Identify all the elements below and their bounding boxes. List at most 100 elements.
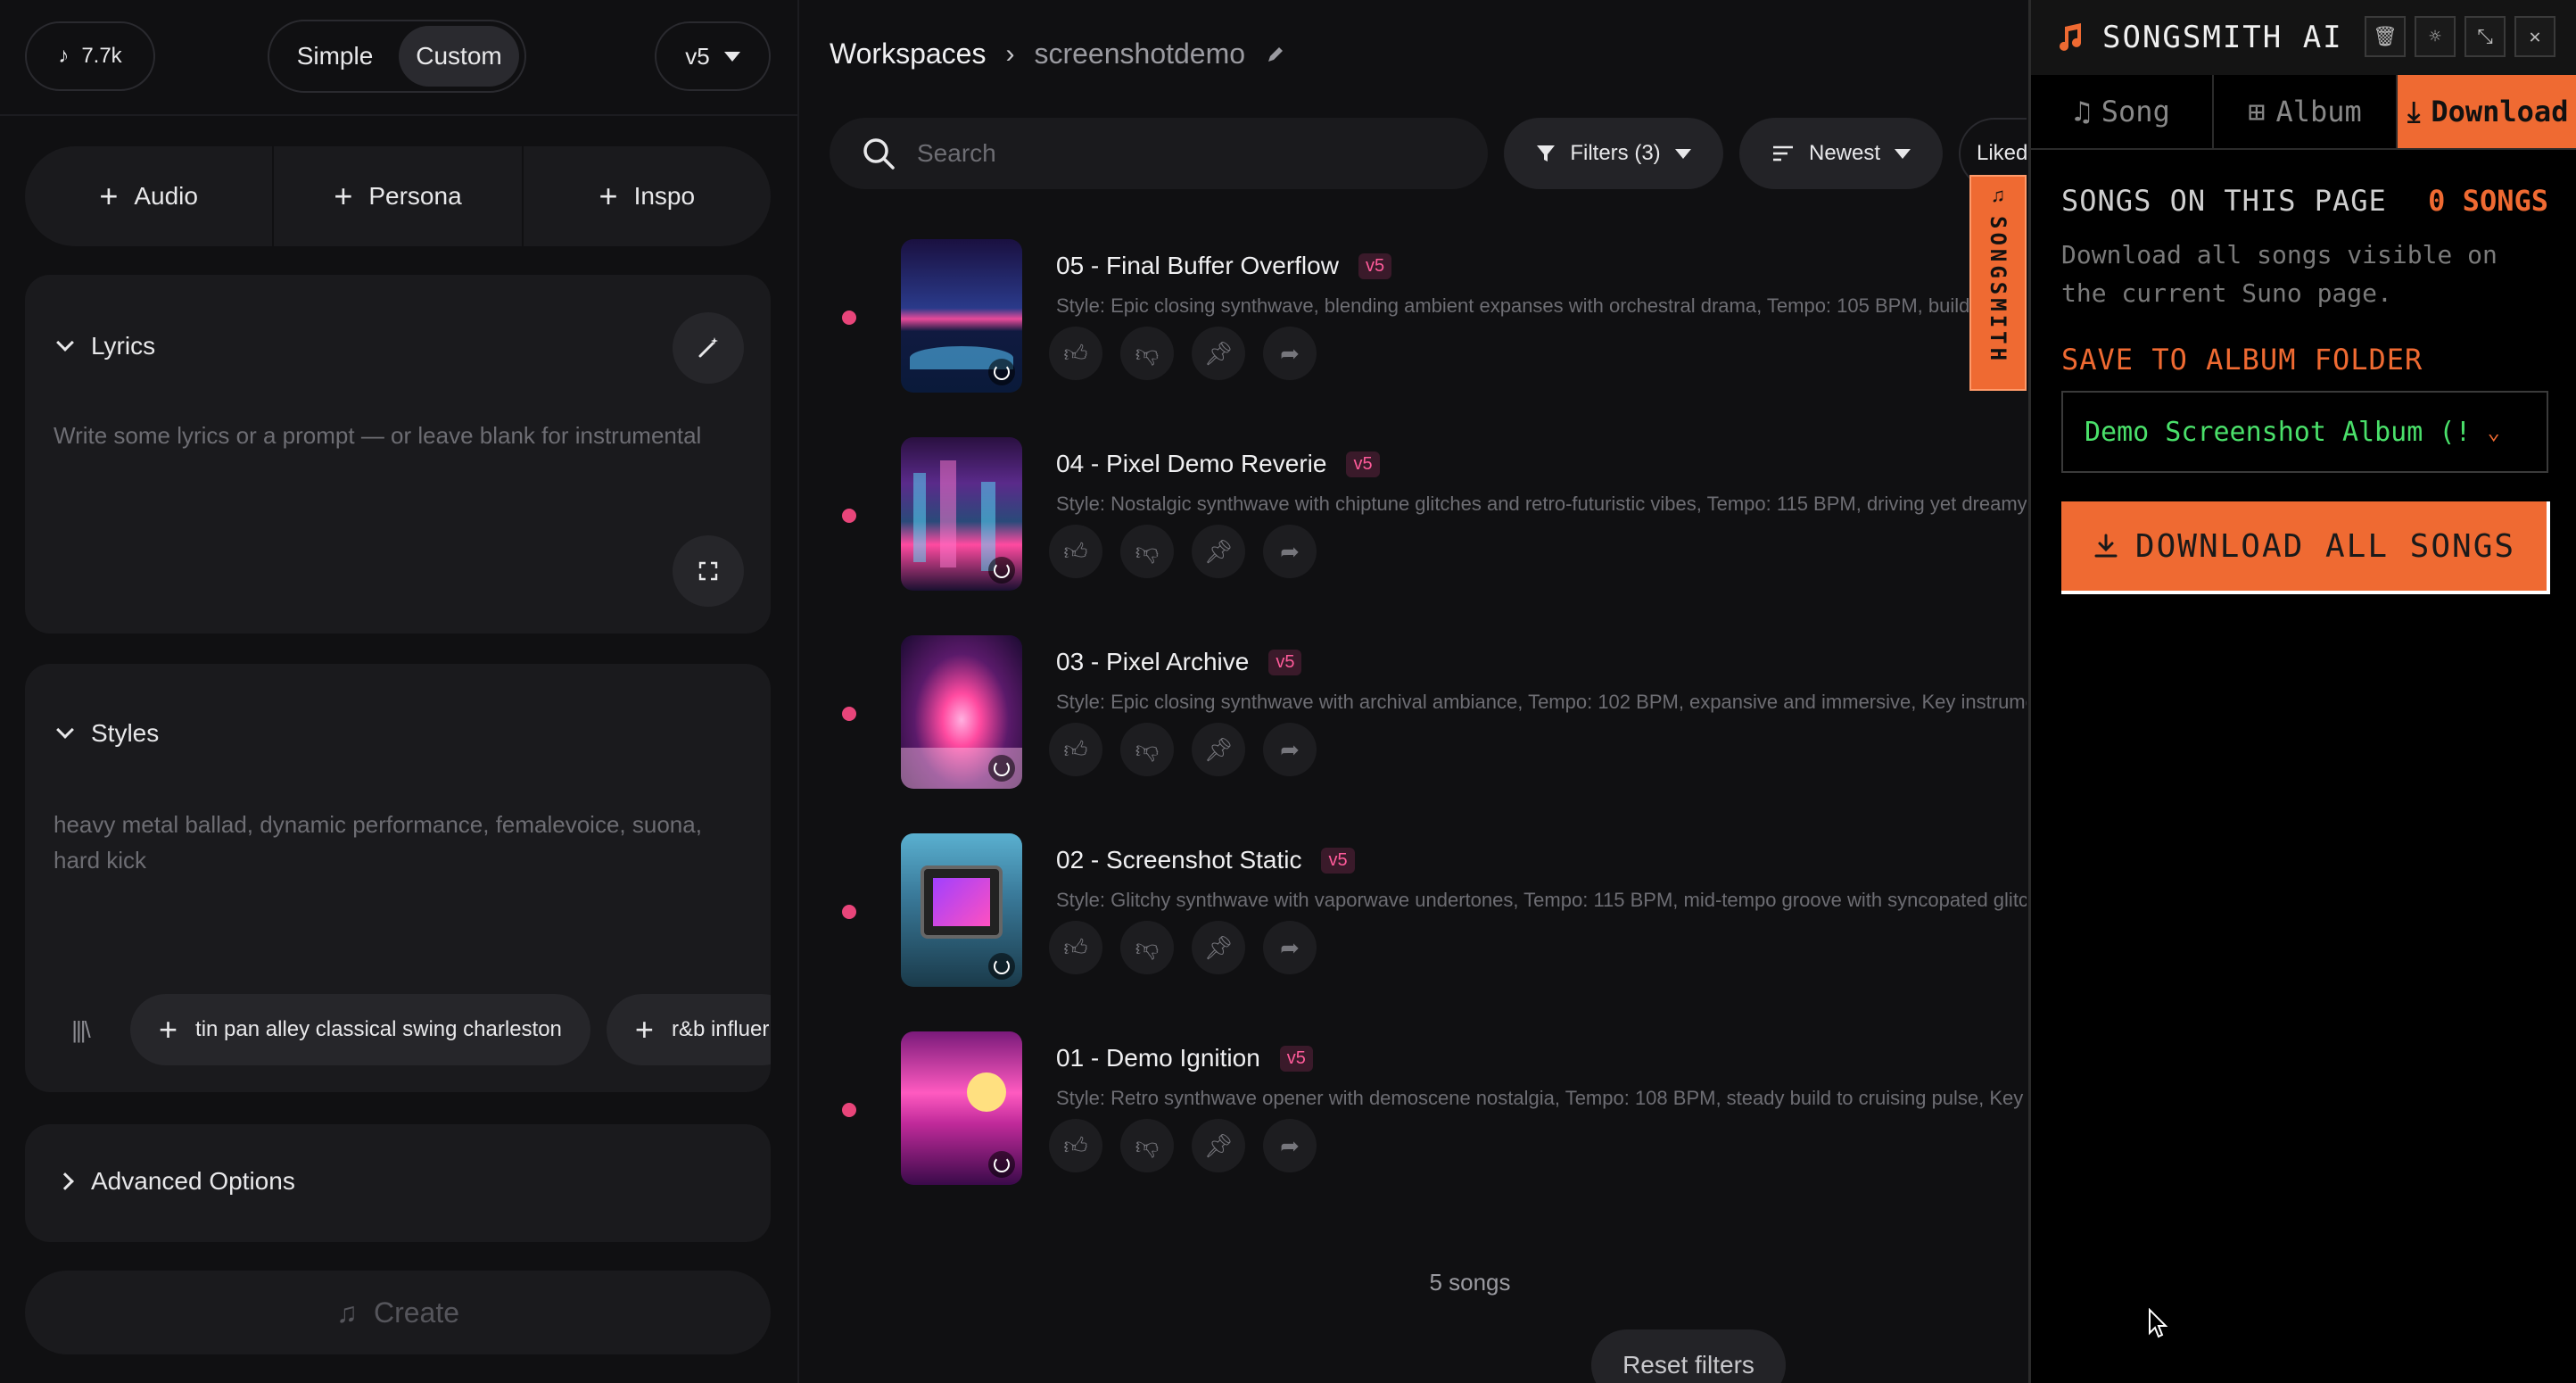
- download-icon: [2094, 534, 2118, 558]
- song-title[interactable]: 01 - Demo Ignition: [1056, 1044, 1260, 1072]
- pin-button[interactable]: 📌︎: [1192, 921, 1245, 974]
- song-cover[interactable]: [901, 437, 1022, 591]
- dislike-button[interactable]: 👎︎: [1120, 327, 1174, 380]
- styles-input[interactable]: heavy metal ballad, dynamic performance,…: [54, 807, 702, 878]
- song-style: Style: Epic closing synthwave, blending …: [1056, 294, 1986, 317]
- lyrics-toggle[interactable]: Lyrics: [56, 332, 156, 360]
- like-button[interactable]: 👍︎: [1049, 327, 1102, 380]
- music-note-icon: ♫: [2073, 95, 2091, 128]
- song-row[interactable]: 02 - Screenshot Static v5 Style: Glitchy…: [830, 833, 2027, 994]
- song-title-row: 01 - Demo Ignition v5: [1056, 1044, 1313, 1072]
- songsmith-side-tab[interactable]: ♫ SONGSMITH: [1969, 175, 2027, 391]
- style-tag[interactable]: + tin pan alley classical swing charlest…: [130, 994, 590, 1065]
- share-icon: ➦: [1280, 1131, 1300, 1159]
- tab-album[interactable]: ⊞ Album: [2214, 75, 2398, 148]
- mode-custom-button[interactable]: Custom: [399, 26, 519, 87]
- song-cover[interactable]: [901, 1031, 1022, 1185]
- lyrics-input[interactable]: Write some lyrics or a prompt — or leave…: [54, 418, 701, 453]
- like-button[interactable]: 👍︎: [1049, 1119, 1102, 1172]
- version-badge: v5: [1279, 1045, 1313, 1072]
- songsmith-tabs: ♫ Song ⊞ Album ⤓ Download: [2031, 75, 2576, 150]
- sort-button[interactable]: Newest: [1739, 118, 1943, 189]
- search-bar[interactable]: Search: [830, 118, 1488, 189]
- like-button[interactable]: 👍︎: [1049, 921, 1102, 974]
- share-button[interactable]: ➦: [1263, 921, 1317, 974]
- plus-icon: +: [159, 1011, 178, 1048]
- like-button[interactable]: 👍︎: [1049, 723, 1102, 776]
- search-input[interactable]: Search: [917, 139, 996, 168]
- dislike-button[interactable]: 👎︎: [1120, 723, 1174, 776]
- clear-button[interactable]: 🗑︎: [2365, 16, 2406, 57]
- credits-button[interactable]: ♪ 7.7k: [25, 21, 155, 91]
- styles-text-line1: heavy metal ballad, dynamic performance,…: [54, 811, 702, 838]
- add-inspo-button[interactable]: + Inspo: [524, 146, 771, 246]
- version-badge: v5: [1358, 253, 1392, 279]
- add-persona-button[interactable]: + Persona: [274, 146, 524, 246]
- dislike-button[interactable]: 👎︎: [1120, 921, 1174, 974]
- style-tag[interactable]: + r&b influer: [606, 994, 771, 1065]
- version-dropdown[interactable]: v5: [655, 21, 771, 91]
- reset-filters-button[interactable]: Reset filters: [1591, 1329, 1786, 1383]
- share-icon: ➦: [1280, 933, 1300, 961]
- tab-download[interactable]: ⤓ Download: [2397, 75, 2576, 148]
- loading-icon: [988, 755, 1015, 782]
- advanced-options-card: Advanced Options: [25, 1124, 771, 1242]
- close-button[interactable]: ✕: [2514, 16, 2555, 57]
- song-title[interactable]: 02 - Screenshot Static: [1056, 846, 1301, 874]
- song-row[interactable]: 03 - Pixel Archive v5 Style: Epic closin…: [830, 635, 2027, 796]
- create-button[interactable]: ♫ Create: [25, 1271, 771, 1354]
- song-cover[interactable]: [901, 239, 1022, 393]
- song-actions: 👍︎ 👎︎ 📌︎ ➦: [1049, 327, 1317, 380]
- add-persona-label: Persona: [368, 182, 462, 210]
- song-title[interactable]: 03 - Pixel Archive: [1056, 648, 1249, 676]
- style-tag-label: r&b influer: [671, 1017, 770, 1041]
- song-title[interactable]: 04 - Pixel Demo Reverie: [1056, 450, 1326, 478]
- plus-icon: +: [334, 178, 353, 214]
- mode-simple-button[interactable]: Simple: [275, 26, 395, 87]
- song-row[interactable]: 04 - Pixel Demo Reverie v5 Style: Nostal…: [830, 437, 2027, 598]
- tab-song[interactable]: ♫ Song: [2031, 75, 2215, 148]
- chevron-down-icon: [56, 721, 74, 739]
- song-cover[interactable]: [901, 635, 1022, 789]
- dislike-button[interactable]: 👎︎: [1120, 1119, 1174, 1172]
- settings-button[interactable]: ☼: [2415, 16, 2456, 57]
- download-all-button[interactable]: DOWNLOAD ALL SONGS: [2061, 501, 2550, 594]
- pencil-icon[interactable]: [1265, 44, 1286, 65]
- song-cover[interactable]: [901, 833, 1022, 987]
- library-icon[interactable]: |||\: [46, 996, 114, 1064]
- create-panel: ♪ 7.7k Simple Custom v5 + Audio + Person…: [0, 0, 799, 1383]
- minimize-button[interactable]: ⤡: [2465, 16, 2506, 57]
- song-title-row: 05 - Final Buffer Overflow v5: [1056, 252, 1392, 280]
- pin-button[interactable]: 📌︎: [1192, 525, 1245, 578]
- add-audio-button[interactable]: + Audio: [25, 146, 275, 246]
- share-button[interactable]: ➦: [1263, 327, 1317, 380]
- songs-on-page-count: 0 SONGS: [2428, 184, 2548, 218]
- pin-button[interactable]: 📌︎: [1192, 327, 1245, 380]
- cover-art: [967, 1072, 1006, 1112]
- song-row[interactable]: 05 - Final Buffer Overflow v5 Style: Epi…: [830, 239, 2025, 400]
- lyrics-title: Lyrics: [91, 332, 156, 360]
- dislike-button[interactable]: 👎︎: [1120, 525, 1174, 578]
- share-button[interactable]: ➦: [1263, 1119, 1317, 1172]
- thumbs-up-icon: 👍︎: [1063, 1131, 1088, 1159]
- expand-button[interactable]: [673, 535, 744, 607]
- save-to-album-label: SAVE TO ALBUM FOLDER: [2061, 343, 2423, 377]
- version-badge: v5: [1346, 451, 1380, 477]
- song-title[interactable]: 05 - Final Buffer Overflow: [1056, 252, 1339, 280]
- like-button[interactable]: 👍︎: [1049, 525, 1102, 578]
- album-select[interactable]: Demo Screenshot Album (! ⌄: [2061, 391, 2548, 473]
- share-button[interactable]: ➦: [1263, 723, 1317, 776]
- loading-icon: [988, 1151, 1015, 1178]
- song-actions: 👍︎ 👎︎ 📌︎ ➦: [1049, 1119, 1317, 1172]
- magic-wand-button[interactable]: [673, 312, 744, 384]
- share-button[interactable]: ➦: [1263, 525, 1317, 578]
- add-row: + Audio + Persona + Inspo: [25, 146, 771, 246]
- breadcrumb-workspaces[interactable]: Workspaces: [830, 37, 986, 70]
- styles-toggle[interactable]: Styles: [56, 719, 159, 748]
- pin-button[interactable]: 📌︎: [1192, 723, 1245, 776]
- filters-button[interactable]: Filters (3): [1504, 118, 1723, 189]
- song-row[interactable]: 01 - Demo Ignition v5 Style: Retro synth…: [830, 1031, 2027, 1192]
- pin-button[interactable]: 📌︎: [1192, 1119, 1245, 1172]
- caret-down-icon: [723, 51, 740, 62]
- advanced-options-toggle[interactable]: Advanced Options: [56, 1167, 295, 1196]
